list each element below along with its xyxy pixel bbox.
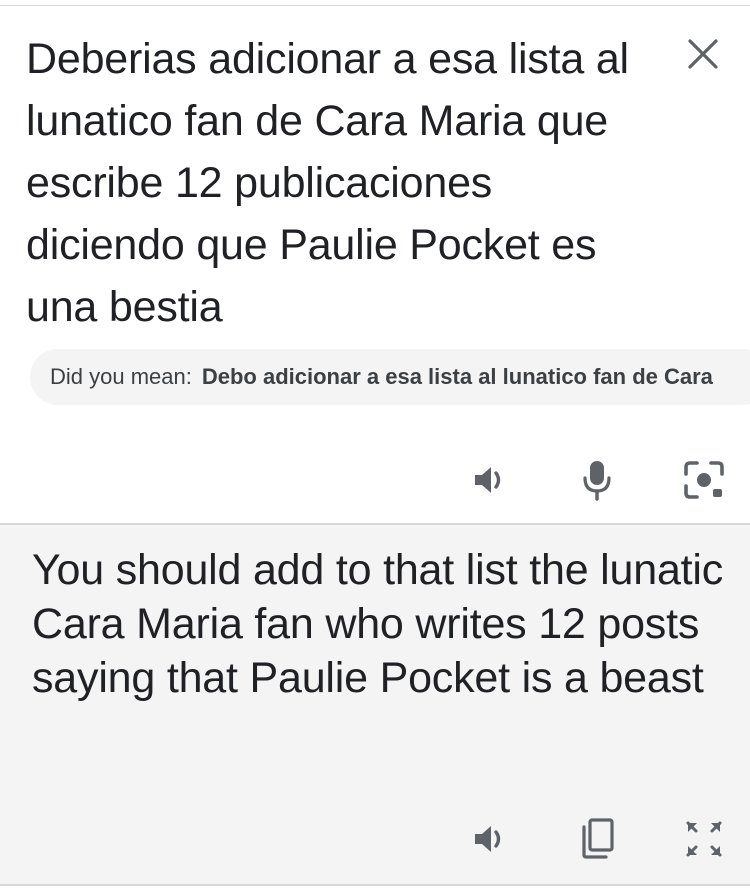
did-you-mean-label: Did you mean:: [50, 364, 192, 389]
fullscreen-icon: [686, 821, 722, 857]
source-text[interactable]: Deberias adicionar a esa lista al lunati…: [26, 28, 646, 338]
translation-text: You should add to that list the lunatic …: [32, 546, 724, 702]
bottom-divider: [0, 884, 750, 886]
speaker-icon: [475, 826, 501, 852]
clear-source-button[interactable]: [683, 34, 723, 74]
fullscreen-button[interactable]: [680, 815, 728, 863]
close-icon: [688, 39, 718, 69]
listen-translation-button[interactable]: [465, 815, 513, 863]
camera-lens-icon: [684, 461, 724, 499]
voice-input-button[interactable]: [573, 456, 621, 504]
listen-source-button[interactable]: [465, 456, 513, 504]
camera-input-button[interactable]: [680, 456, 728, 504]
translate-screen: Deberias adicionar a esa lista al lunati…: [0, 0, 750, 896]
suggested-correction[interactable]: Debo adicionar a esa lista al lunatico f…: [202, 364, 713, 390]
translation-result-panel: You should add to that list the lunatic …: [0, 525, 750, 884]
copy-translation-button[interactable]: [572, 815, 620, 863]
microphone-icon: [583, 461, 611, 501]
top-divider: [0, 5, 750, 6]
speaker-icon: [475, 467, 501, 493]
did-you-mean-suggestion[interactable]: Did you mean: Debo adicionar a esa lista…: [30, 349, 750, 405]
copy-icon: [582, 818, 614, 859]
